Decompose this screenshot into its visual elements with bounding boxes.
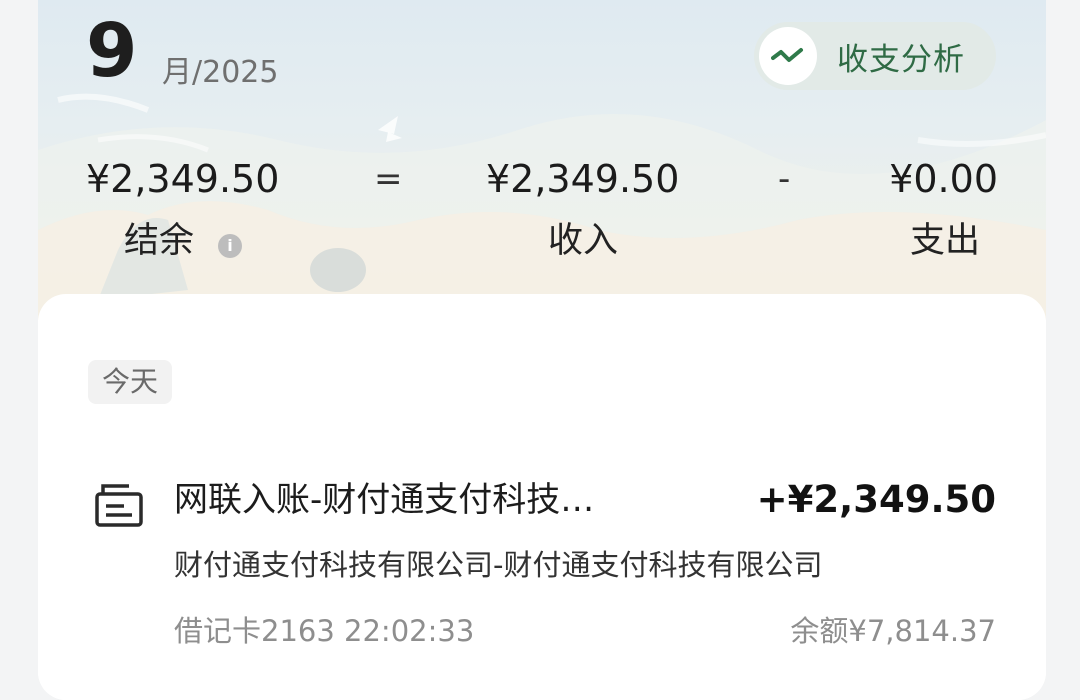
balance-value: ¥2,349.50 (86, 157, 280, 201)
equals-sign: = (374, 159, 403, 199)
income-value: ¥2,349.50 (486, 157, 680, 201)
transaction-balance: 余额¥7,814.37 (790, 614, 996, 648)
expense-value: ¥0.00 (889, 157, 998, 201)
day-group-label: 今天 (88, 360, 172, 404)
income-label: 收入 (548, 221, 619, 261)
transaction-account-time: 借记卡2163 22:02:33 (174, 614, 475, 648)
transaction-list: 今天 网联入账-财付通支付科技… +¥2,349.50 财付通支付科技有限公司-… (38, 294, 1046, 700)
income-expense-analysis-button[interactable]: 收支分析 (754, 22, 996, 90)
expense-label: 支出 (909, 221, 980, 261)
transaction-counterparty: 财付通支付科技有限公司-财付通支付科技有限公司 (174, 548, 823, 582)
month-summary-card: 9 月/2025 收支分析 ¥2,349.50 = ¥2,349.50 - ¥0… (38, 0, 1046, 700)
month-number: 9 (86, 8, 138, 94)
transaction-amount: +¥2,349.50 (756, 478, 996, 521)
balance-label: 结余 (124, 221, 195, 261)
info-icon[interactable]: i (218, 234, 242, 258)
transaction-title: 网联入账-财付通支付科技… (174, 480, 595, 520)
month-banner: 9 月/2025 收支分析 ¥2,349.50 = ¥2,349.50 - ¥0… (38, 0, 1046, 320)
receipt-icon (94, 482, 144, 532)
minus-sign: - (778, 159, 791, 199)
analysis-label: 收支分析 (837, 41, 965, 78)
trend-line-icon (759, 27, 817, 85)
month-year-label[interactable]: 月/2025 (162, 58, 278, 88)
